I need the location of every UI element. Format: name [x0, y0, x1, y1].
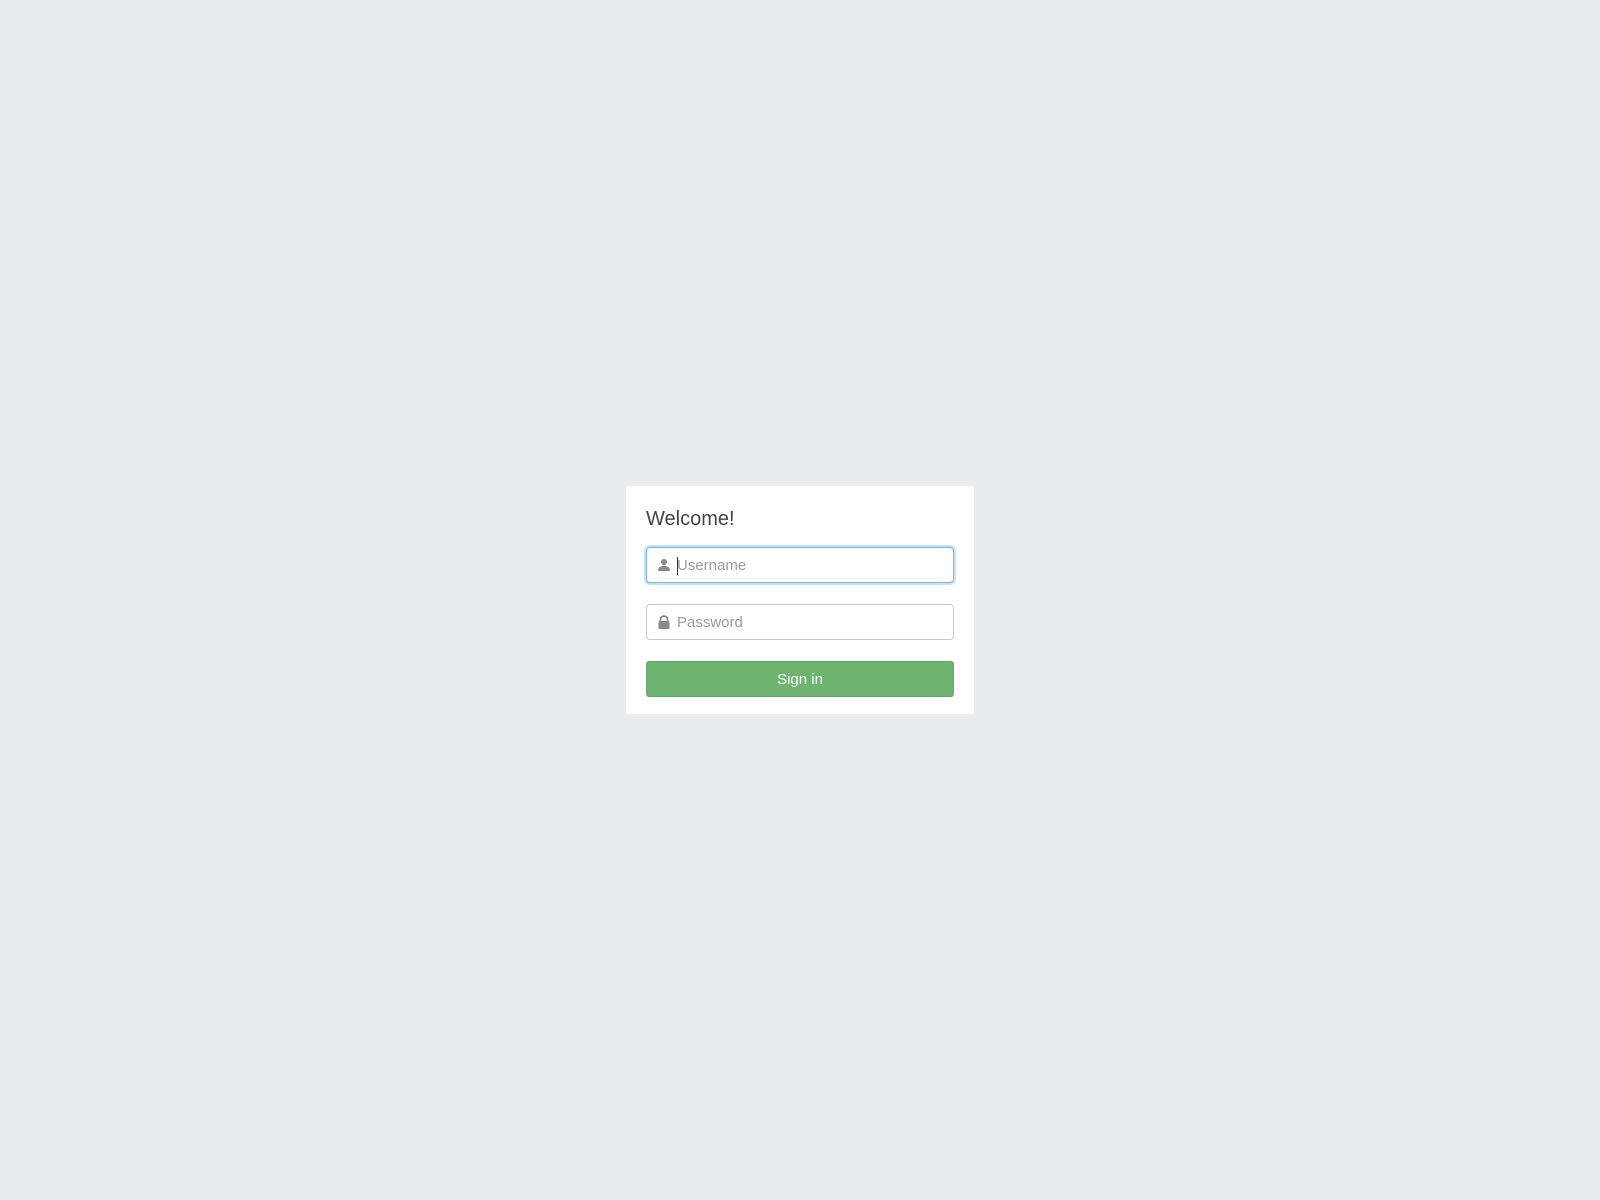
login-title: Welcome!: [646, 508, 735, 530]
password-input[interactable]: [677, 605, 947, 639]
username-input[interactable]: [677, 548, 947, 582]
text-cursor: [677, 557, 678, 575]
login-card: Welcome! Sign in: [626, 486, 974, 714]
sign-in-button[interactable]: Sign in: [646, 661, 954, 697]
lock-icon: [658, 615, 670, 629]
username-field[interactable]: [646, 547, 954, 583]
password-field[interactable]: [646, 604, 954, 640]
user-icon: [658, 559, 670, 571]
